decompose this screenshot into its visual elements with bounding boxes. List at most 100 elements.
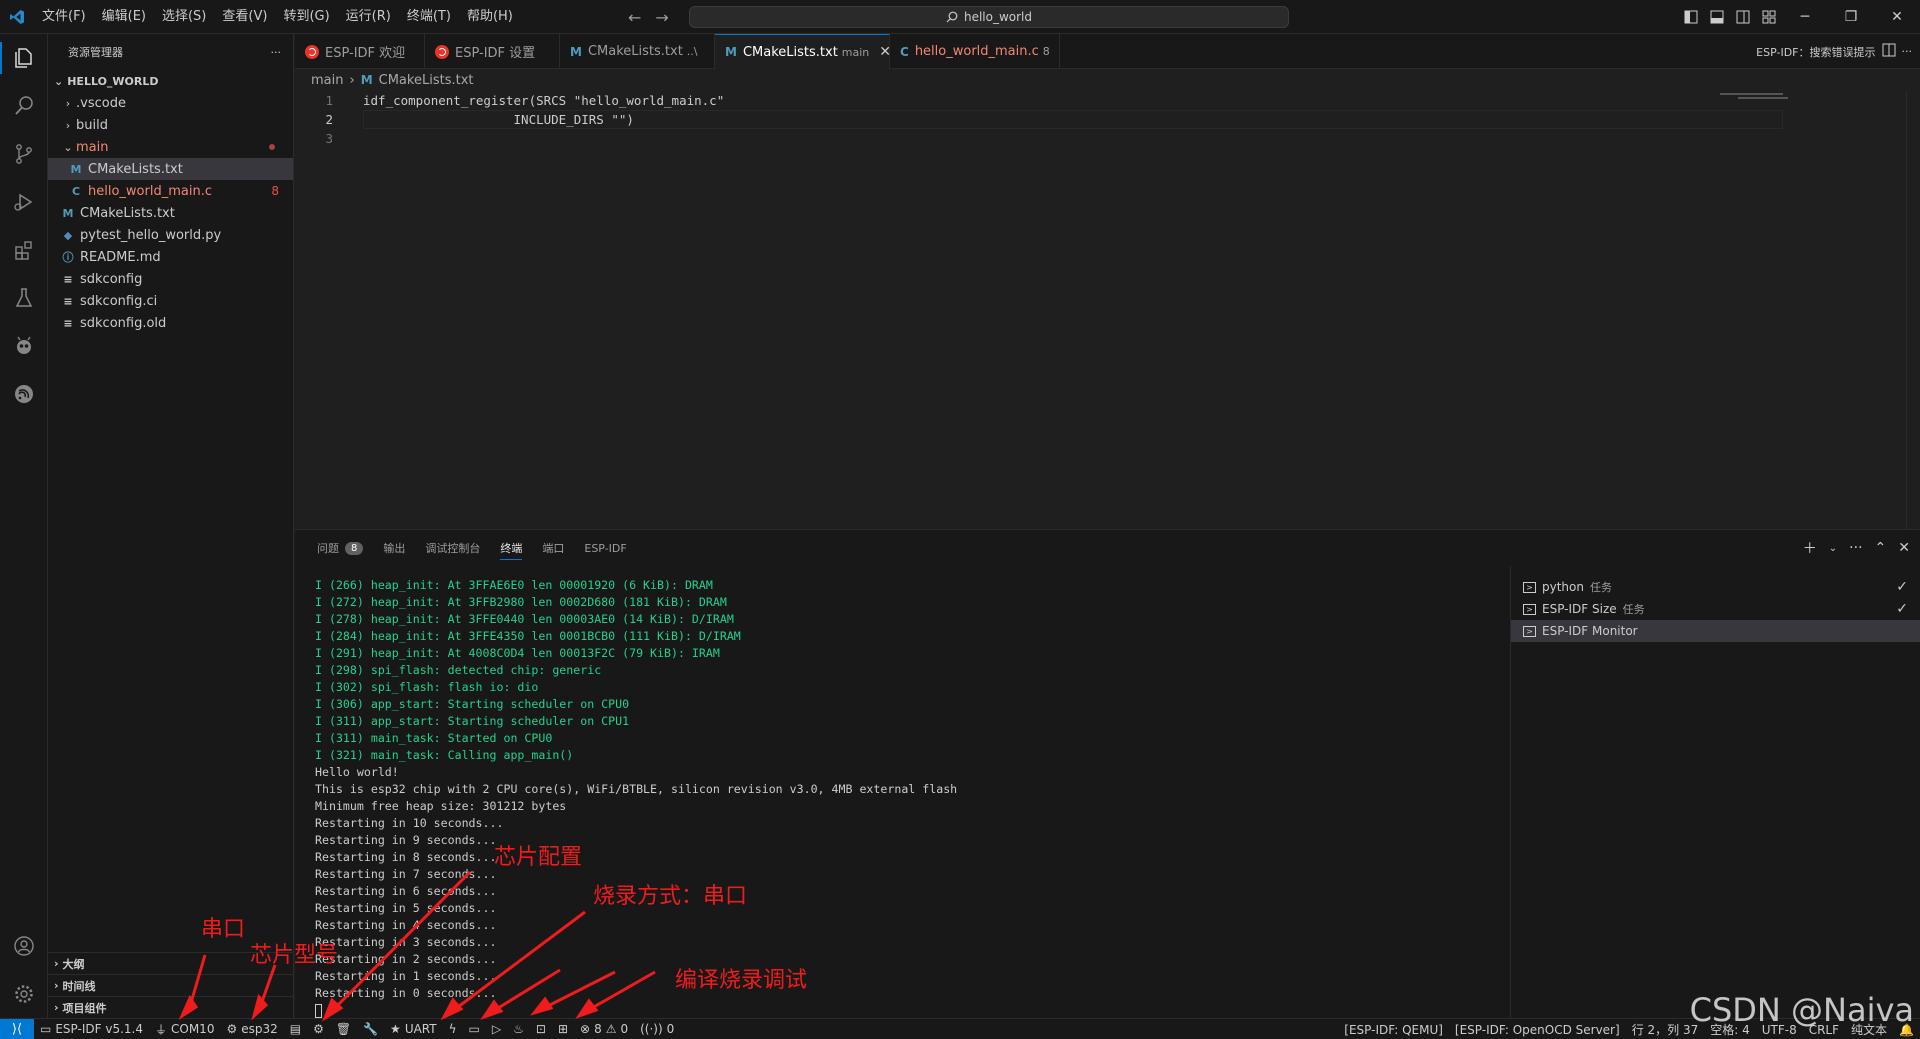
open-project-icon[interactable]: ▤ [284,1019,307,1039]
cmake-file-icon: M [70,162,82,176]
flash-lightning-icon[interactable]: ϟ [443,1019,463,1039]
terminal-item-esp-idf-monitor[interactable]: > ESP-IDF Monitor [1511,620,1920,642]
tab-hello-world-main-c[interactable]: C hello_world_main.c 8 [890,34,1060,69]
manage-gear-icon[interactable] [0,970,48,1018]
outline-section[interactable]: › 大纲 [48,952,294,974]
menu-terminal[interactable]: 终端(T) [399,0,459,34]
toggle-secondary-sidebar-icon[interactable] [1730,0,1756,34]
toggle-primary-sidebar-icon[interactable] [1678,0,1704,34]
project-components-section[interactable]: › 项目组件 [48,996,294,1018]
more-actions-icon[interactable]: ··· [271,46,282,59]
chevron-right-icon: › [65,118,71,132]
esp-idf-terminal-icon[interactable]: ⊡ [530,1019,552,1039]
extensions-icon[interactable] [0,226,48,274]
minimize-icon[interactable]: ─ [1782,0,1828,34]
editor-scrollbar[interactable] [1906,91,1920,529]
tree-item-sdkconfig-old[interactable]: ≡ sdkconfig.old [48,312,293,334]
run-debug-icon[interactable] [0,178,48,226]
tab-problems[interactable]: 问题 8 [309,530,371,566]
menu-view[interactable]: 查看(V) [214,0,275,34]
tree-item-pytest[interactable]: ◆ pytest_hello_world.py [48,224,293,246]
close-panel-icon[interactable]: ✕ [1898,540,1910,556]
esp-idf-openocd[interactable]: [ESP-IDF: OpenOCD Server] [1449,1019,1626,1039]
explorer-icon[interactable] [0,34,48,82]
search-view-icon[interactable] [0,82,48,130]
accounts-icon[interactable] [0,922,48,970]
esp-idf-version[interactable]: ▭ ESP-IDF v5.1.4 [34,1019,149,1039]
menu-help[interactable]: 帮助(H) [459,0,521,34]
forward-arrow-icon[interactable]: → [655,8,668,27]
terminal-item-esp-idf-size[interactable]: > ESP-IDF Size 任务 ✓ [1511,598,1920,620]
sdk-config-gear-icon[interactable]: ⚙ [307,1019,330,1039]
customize-layout-icon[interactable] [1756,0,1782,34]
tab-esp-idf-settings[interactable]: ESP-IDF 设置 [425,34,560,69]
tree-item-main-folder[interactable]: ⌄ main [48,136,293,158]
custom-task-icon[interactable]: ⊞ [552,1019,574,1039]
tab-esp-idf[interactable]: ESP-IDF [576,530,634,566]
tree-item-build[interactable]: › build [48,114,293,136]
cmake-file-icon: M [360,73,373,87]
terminal-prompt[interactable] [315,1002,1510,1019]
remote-indicator-icon[interactable]: ⟩⟨ [0,1018,34,1039]
terminal-sub: 任务 [1622,603,1645,616]
problems-summary[interactable]: ⊗ 8 ⚠ 0 [574,1019,634,1039]
flash-method-selector[interactable]: ★ UART [384,1019,443,1039]
toggle-panel-icon[interactable] [1704,0,1730,34]
monitor-screen-icon[interactable]: ▭ [463,1019,486,1039]
tab-ports[interactable]: 端口 [534,530,572,566]
restore-icon[interactable]: ❐ [1828,0,1874,34]
tab-debug-console[interactable]: 调试控制台 [417,530,488,566]
ports-forwarded[interactable]: ((·)) 0 [634,1019,680,1039]
tab-cmakelists-root[interactable]: M CMakeLists.txt ..\ [560,34,715,69]
terminal-output[interactable]: I (266) heap_init: At 3FFAE6E0 len 00001… [295,566,1510,1019]
build-flash-monitor-fire-icon[interactable]: ♨ [507,1019,530,1039]
tree-item-readme[interactable]: ⓘ README.md [48,246,293,268]
chevron-right-icon: › [349,72,355,88]
back-arrow-icon[interactable]: ← [628,8,641,27]
platformio-alien-icon[interactable] [0,322,48,370]
menu-go[interactable]: 转到(G) [275,0,337,34]
tree-item-sdkconfig[interactable]: ≡ sdkconfig [48,268,293,290]
serial-port-selector[interactable]: ⏚ COM10 [149,1019,220,1039]
esp-idf-qemu[interactable]: [ESP-IDF: QEMU] [1338,1019,1449,1039]
menu-file[interactable]: 文件(F) [34,0,94,34]
breadcrumb-folder[interactable]: main [311,73,343,88]
tab-terminal[interactable]: 终端 [492,530,530,566]
more-actions-icon[interactable]: ··· [1902,45,1913,58]
breadcrumb-file[interactable]: CMakeLists.txt [379,73,474,88]
tab-output[interactable]: 输出 [375,530,413,566]
new-terminal-icon[interactable]: ＋ [1803,538,1817,558]
maximize-panel-icon[interactable]: ⌃ [1875,540,1887,556]
target-chip-selector[interactable]: ⚙ esp32 [220,1019,283,1039]
c-file-icon: C [71,184,81,198]
menu-selection[interactable]: 选择(S) [154,0,214,34]
build-wrench-icon[interactable]: 🔧 [357,1019,384,1039]
debug-icon[interactable]: ▷ [486,1019,507,1039]
close-window-icon[interactable]: ✕ [1874,0,1920,34]
terminal-icon: > [1523,625,1536,637]
testing-icon[interactable] [0,274,48,322]
source-control-icon[interactable] [0,130,48,178]
menu-edit[interactable]: 编辑(E) [94,0,154,34]
code-editor[interactable]: 1 idf_component_register(SRCS "hello_wor… [295,91,1920,529]
terminal-dropdown-icon[interactable]: ⌄ [1829,543,1837,554]
esp-idf-search-error-hint[interactable]: ESP-IDF：搜索错误提示 [1756,44,1875,60]
workspace-root[interactable]: ⌄ HELLO_WORLD [48,70,293,92]
tree-item-hello-world-main-c[interactable]: C hello_world_main.c 8 [48,180,293,202]
minimap[interactable] [1720,91,1810,111]
split-editor-icon[interactable] [1882,43,1896,60]
terminal-item-python[interactable]: > python 任务 ✓ [1511,576,1920,598]
esp-idf-explorer-icon[interactable] [0,370,48,418]
tree-item-vscode[interactable]: › .vscode [48,92,293,114]
tree-item-root-cmakelists[interactable]: M CMakeLists.txt [48,202,293,224]
command-center-search[interactable]: hello_world [689,6,1289,28]
menu-run[interactable]: 运行(R) [338,0,399,34]
full-clean-trash-icon[interactable]: 🗑 [330,1019,357,1039]
tab-esp-idf-welcome[interactable]: ESP-IDF 欢迎 [295,34,425,69]
tree-item-main-cmakelists[interactable]: M CMakeLists.txt [48,158,293,180]
timeline-section[interactable]: › 时间线 [48,974,294,996]
tree-item-sdkconfig-ci[interactable]: ≡ sdkconfig.ci [48,290,293,312]
more-actions-icon[interactable]: ··· [1849,540,1862,556]
tab-cmakelists-main[interactable]: M CMakeLists.txt main ✕ [715,34,891,69]
tree-item-label: sdkconfig.old [80,315,167,331]
